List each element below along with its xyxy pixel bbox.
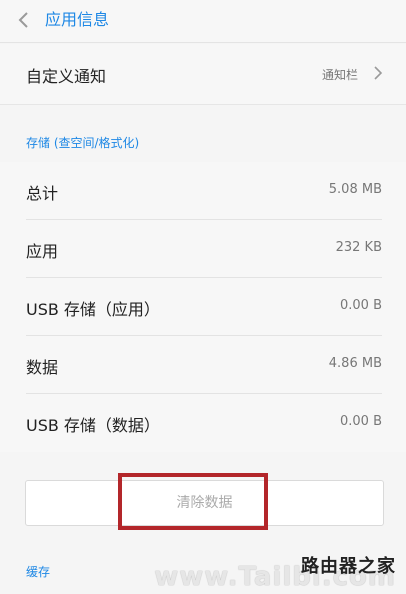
page-title: 应用信息: [45, 10, 110, 29]
storage-section-title[interactable]: 存储 (查空间/格式化): [26, 134, 139, 151]
storage-row-label: 总计: [26, 184, 59, 203]
chevron-right-icon: [372, 65, 384, 81]
app-header: 应用信息: [0, 0, 406, 43]
storage-row-label: 数据: [26, 358, 59, 377]
storage-row-data: 数据 4.86 MB: [0, 336, 406, 394]
custom-notification-value: 通知栏: [321, 68, 358, 82]
storage-row-label: 应用: [26, 242, 59, 261]
storage-row-label: USB 存储（数据）: [26, 416, 160, 435]
storage-row-value: 4.86 MB: [328, 356, 382, 371]
storage-row-app: 应用 232 KB: [0, 220, 406, 278]
cache-section-title: 缓存: [26, 565, 51, 579]
custom-notification-label: 自定义通知: [26, 67, 107, 86]
highlight-box: [118, 473, 268, 530]
storage-row-value: 5.08 MB: [328, 182, 382, 197]
watermark: www.Tailbi.com 路由器之家: [154, 552, 396, 592]
back-arrow-icon[interactable]: [14, 9, 36, 31]
storage-row-value: 0.00 B: [340, 298, 382, 313]
storage-row-value: 232 KB: [335, 240, 382, 255]
watermark-site-name: 路由器之家: [301, 556, 396, 577]
storage-row-total: 总计 5.08 MB: [0, 162, 406, 220]
storage-row-usb-app: USB 存储（应用） 0.00 B: [0, 278, 406, 336]
storage-row-label: USB 存储（应用）: [26, 300, 160, 319]
storage-row-usb-data: USB 存储（数据） 0.00 B: [0, 394, 406, 452]
custom-notification-row[interactable]: 自定义通知 通知栏: [0, 44, 406, 105]
storage-row-value: 0.00 B: [340, 414, 382, 429]
